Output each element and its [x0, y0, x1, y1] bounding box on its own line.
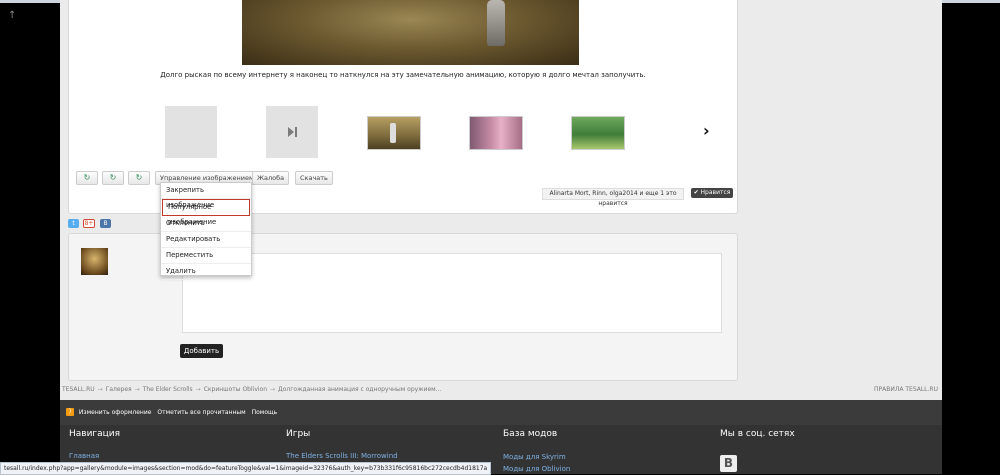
skip-forward-icon: [266, 106, 318, 158]
rotate-icon: ↻: [83, 173, 91, 182]
thumbnail-image[interactable]: [367, 116, 421, 150]
share-twitter-icon[interactable]: t: [68, 219, 79, 228]
rotate-left-button[interactable]: ↻: [76, 171, 98, 185]
submit-comment-button[interactable]: Добавить: [180, 344, 223, 358]
manage-image-menu: Закрепить изображение Популярное изображ…: [160, 182, 252, 280]
footer-link-home[interactable]: Главная: [69, 452, 99, 460]
menu-item-feature[interactable]: Популярное изображение: [162, 199, 250, 226]
breadcrumb-item[interactable]: The Elder Scrolls: [143, 386, 193, 393]
breadcrumb: TESALL.RU → Галерея → The Elder Scrolls → Скри…: [62, 386, 441, 393]
image-description: Долго рыская по всему интернету я наконе…: [160, 71, 646, 79]
share-vk-icon[interactable]: B: [100, 219, 111, 228]
footer-col-title-social: Мы в соц. сетях: [720, 429, 795, 439]
footer-link-morrowind[interactable]: The Elders Scrolls III: Morrowind: [286, 452, 398, 460]
rss-icon[interactable]: ): [66, 408, 74, 416]
thumbnail-image[interactable]: [571, 116, 625, 150]
share-gplus-icon[interactable]: 8+: [83, 219, 95, 228]
menu-item-delete[interactable]: Удалить: [161, 264, 251, 280]
download-button[interactable]: Скачать: [295, 171, 333, 185]
refresh-button[interactable]: ↻: [128, 171, 150, 185]
likes-summary[interactable]: Alinarta Mort, Rinn, olga2014 и еще 1 эт…: [542, 188, 684, 207]
thumbnail-empty: [165, 106, 217, 158]
thumbnail-skip[interactable]: [266, 106, 318, 158]
scroll-up-icon[interactable]: ↑: [8, 10, 16, 21]
breadcrumb-item[interactable]: Скриншоты Oblivion: [204, 386, 267, 393]
breadcrumb-item[interactable]: Галерея: [106, 386, 132, 393]
thumbnail-image[interactable]: [469, 116, 523, 150]
like-button[interactable]: ✔ Нравится: [691, 188, 733, 198]
footer-link-skyrim-mods[interactable]: Моды для Skyrim: [503, 453, 566, 461]
gallery-image-block: Долго рыская по всему интернету я наконе…: [68, 0, 738, 280]
breadcrumb-separator: →: [195, 386, 201, 393]
vk-icon[interactable]: B: [720, 455, 737, 472]
rotate-right-button[interactable]: ↻: [102, 171, 124, 185]
breadcrumb-item-current: Долгожданная анимация с одноручным оружи…: [278, 386, 442, 393]
footer-col-title-navigation: Навигация: [69, 429, 121, 439]
breadcrumb-separator: →: [134, 386, 140, 393]
page-content: Долго рыская по всему интернету я наконе…: [60, 0, 942, 474]
report-button[interactable]: Жалоба: [252, 171, 290, 185]
menu-item-pin[interactable]: Закрепить изображение: [161, 183, 251, 209]
menu-item-move[interactable]: Переместить: [161, 248, 251, 264]
footer-link-oblivion-mods[interactable]: Моды для Oblivion: [503, 465, 570, 473]
next-arrow-icon[interactable]: ›: [703, 121, 710, 140]
rules-link[interactable]: ПРАВИЛА TESALL.RU: [874, 386, 938, 393]
footer-col-title-mods: База модов: [503, 429, 558, 439]
rotate-icon: ↻: [109, 173, 117, 182]
menu-item-edit[interactable]: Редактировать: [161, 232, 251, 248]
mark-all-read-link[interactable]: Отметить все прочитанным: [157, 409, 245, 416]
main-image[interactable]: [242, 0, 579, 65]
avatar: [81, 248, 108, 275]
breadcrumb-separator: →: [97, 386, 103, 393]
main-image-figure: [487, 0, 505, 46]
help-link[interactable]: Помощь: [252, 409, 278, 416]
thumbnail-figure: [390, 123, 396, 143]
refresh-icon: ↻: [135, 173, 143, 182]
breadcrumb-separator: →: [270, 386, 276, 393]
footer-links: ) Изменить оформление Отметить все прочи…: [66, 408, 281, 416]
breadcrumb-item[interactable]: TESALL.RU: [62, 386, 95, 393]
footer-col-title-games: Игры: [286, 429, 311, 439]
status-bar-url: tesall.ru/index.php?app=gallery&module=i…: [0, 462, 492, 475]
change-theme-link[interactable]: Изменить оформление: [79, 409, 152, 416]
comment-input[interactable]: [182, 253, 722, 333]
